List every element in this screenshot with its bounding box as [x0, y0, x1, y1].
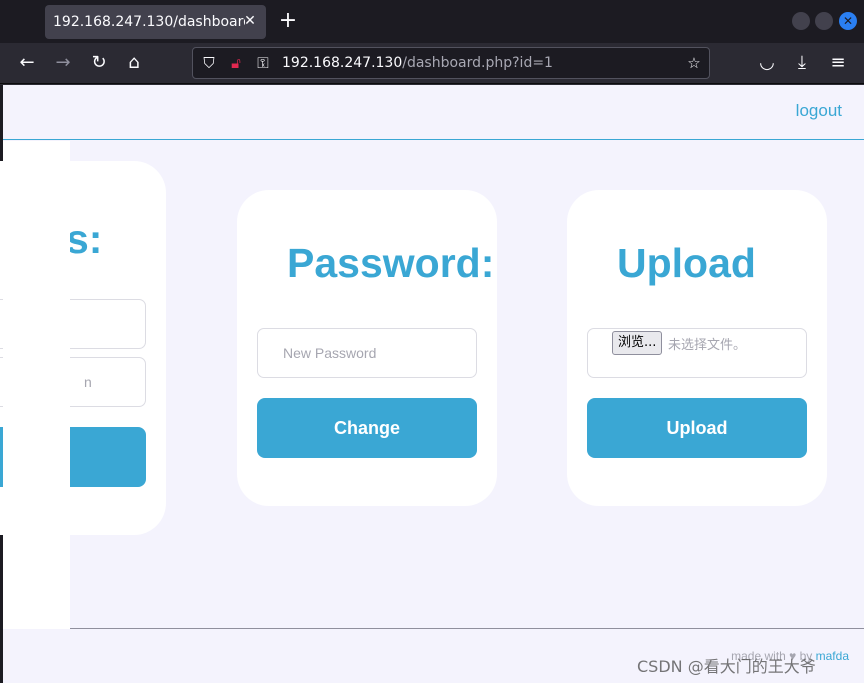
footer-author-link[interactable]: mafda [816, 649, 849, 663]
downloads-icon[interactable]: ⤓ [792, 53, 812, 73]
url-bar[interactable]: ⛉ 🔓︎ ⚿ 192.168.247.130/dashboard.php?id=… [192, 47, 710, 79]
url-host: 192.168.247.130 [282, 55, 403, 71]
pocket-icon[interactable]: ◡ [757, 53, 777, 73]
upload-card: Upload 浏览... 未选择文件。 Upload [567, 190, 827, 506]
maximize-button[interactable] [815, 12, 833, 30]
tab-bar: 192.168.247.130/dashboard.php?id=1 ✕ + ✕ [0, 0, 864, 43]
logout-link[interactable]: logout [796, 101, 842, 121]
close-window-button[interactable]: ✕ [839, 12, 857, 30]
insecure-lock-icon[interactable]: 🔓︎ [227, 54, 245, 72]
new-password-placeholder: New Password [283, 345, 377, 361]
footer-divider [3, 628, 864, 629]
tab-title: 192.168.247.130/dashboard.php?id=1 [53, 14, 245, 30]
partial-card-title: s: [66, 216, 103, 262]
browse-button[interactable]: 浏览... [612, 331, 663, 355]
back-icon[interactable]: ← [17, 53, 37, 73]
forward-icon[interactable]: → [53, 53, 73, 73]
bookmark-star-icon[interactable]: ☆ [685, 54, 703, 72]
change-password-button[interactable]: Change [257, 398, 477, 458]
password-card: Password: New Password Change [237, 190, 497, 506]
home-icon[interactable]: ⌂ [124, 53, 144, 73]
new-password-input[interactable]: New Password [257, 328, 477, 378]
menu-icon[interactable]: ≡ [828, 53, 848, 73]
no-file-text: 未选择文件。 [668, 338, 747, 353]
site-header: logout [3, 85, 864, 140]
browser-tab[interactable]: 192.168.247.130/dashboard.php?id=1 ✕ [45, 5, 266, 39]
left-panel-overlay [3, 141, 70, 629]
upload-button[interactable]: Upload [587, 398, 807, 458]
url-text[interactable]: 192.168.247.130/dashboard.php?id=1 [282, 55, 553, 71]
minimize-button[interactable] [792, 12, 810, 30]
key-icon[interactable]: ⚿ [254, 54, 272, 72]
url-path: /dashboard.php?id=1 [402, 55, 553, 71]
nav-bar: ← → ↻ ⌂ ⛉ 🔓︎ ⚿ 192.168.247.130/dashboard… [0, 43, 864, 84]
new-tab-icon[interactable]: + [276, 9, 300, 33]
close-tab-icon[interactable]: ✕ [242, 13, 258, 29]
file-input[interactable]: 浏览... 未选择文件。 [587, 328, 807, 378]
partial-card-field-2-text: n [84, 374, 92, 390]
password-card-title: Password: [287, 240, 495, 286]
page-content: logout s: n Password: New Password Chang… [0, 85, 864, 683]
shield-icon[interactable]: ⛉ [200, 54, 218, 72]
reload-icon[interactable]: ↻ [89, 53, 109, 73]
upload-card-title: Upload [617, 240, 756, 286]
csdn-watermark: CSDN @看大门的王大爷 [637, 657, 816, 676]
